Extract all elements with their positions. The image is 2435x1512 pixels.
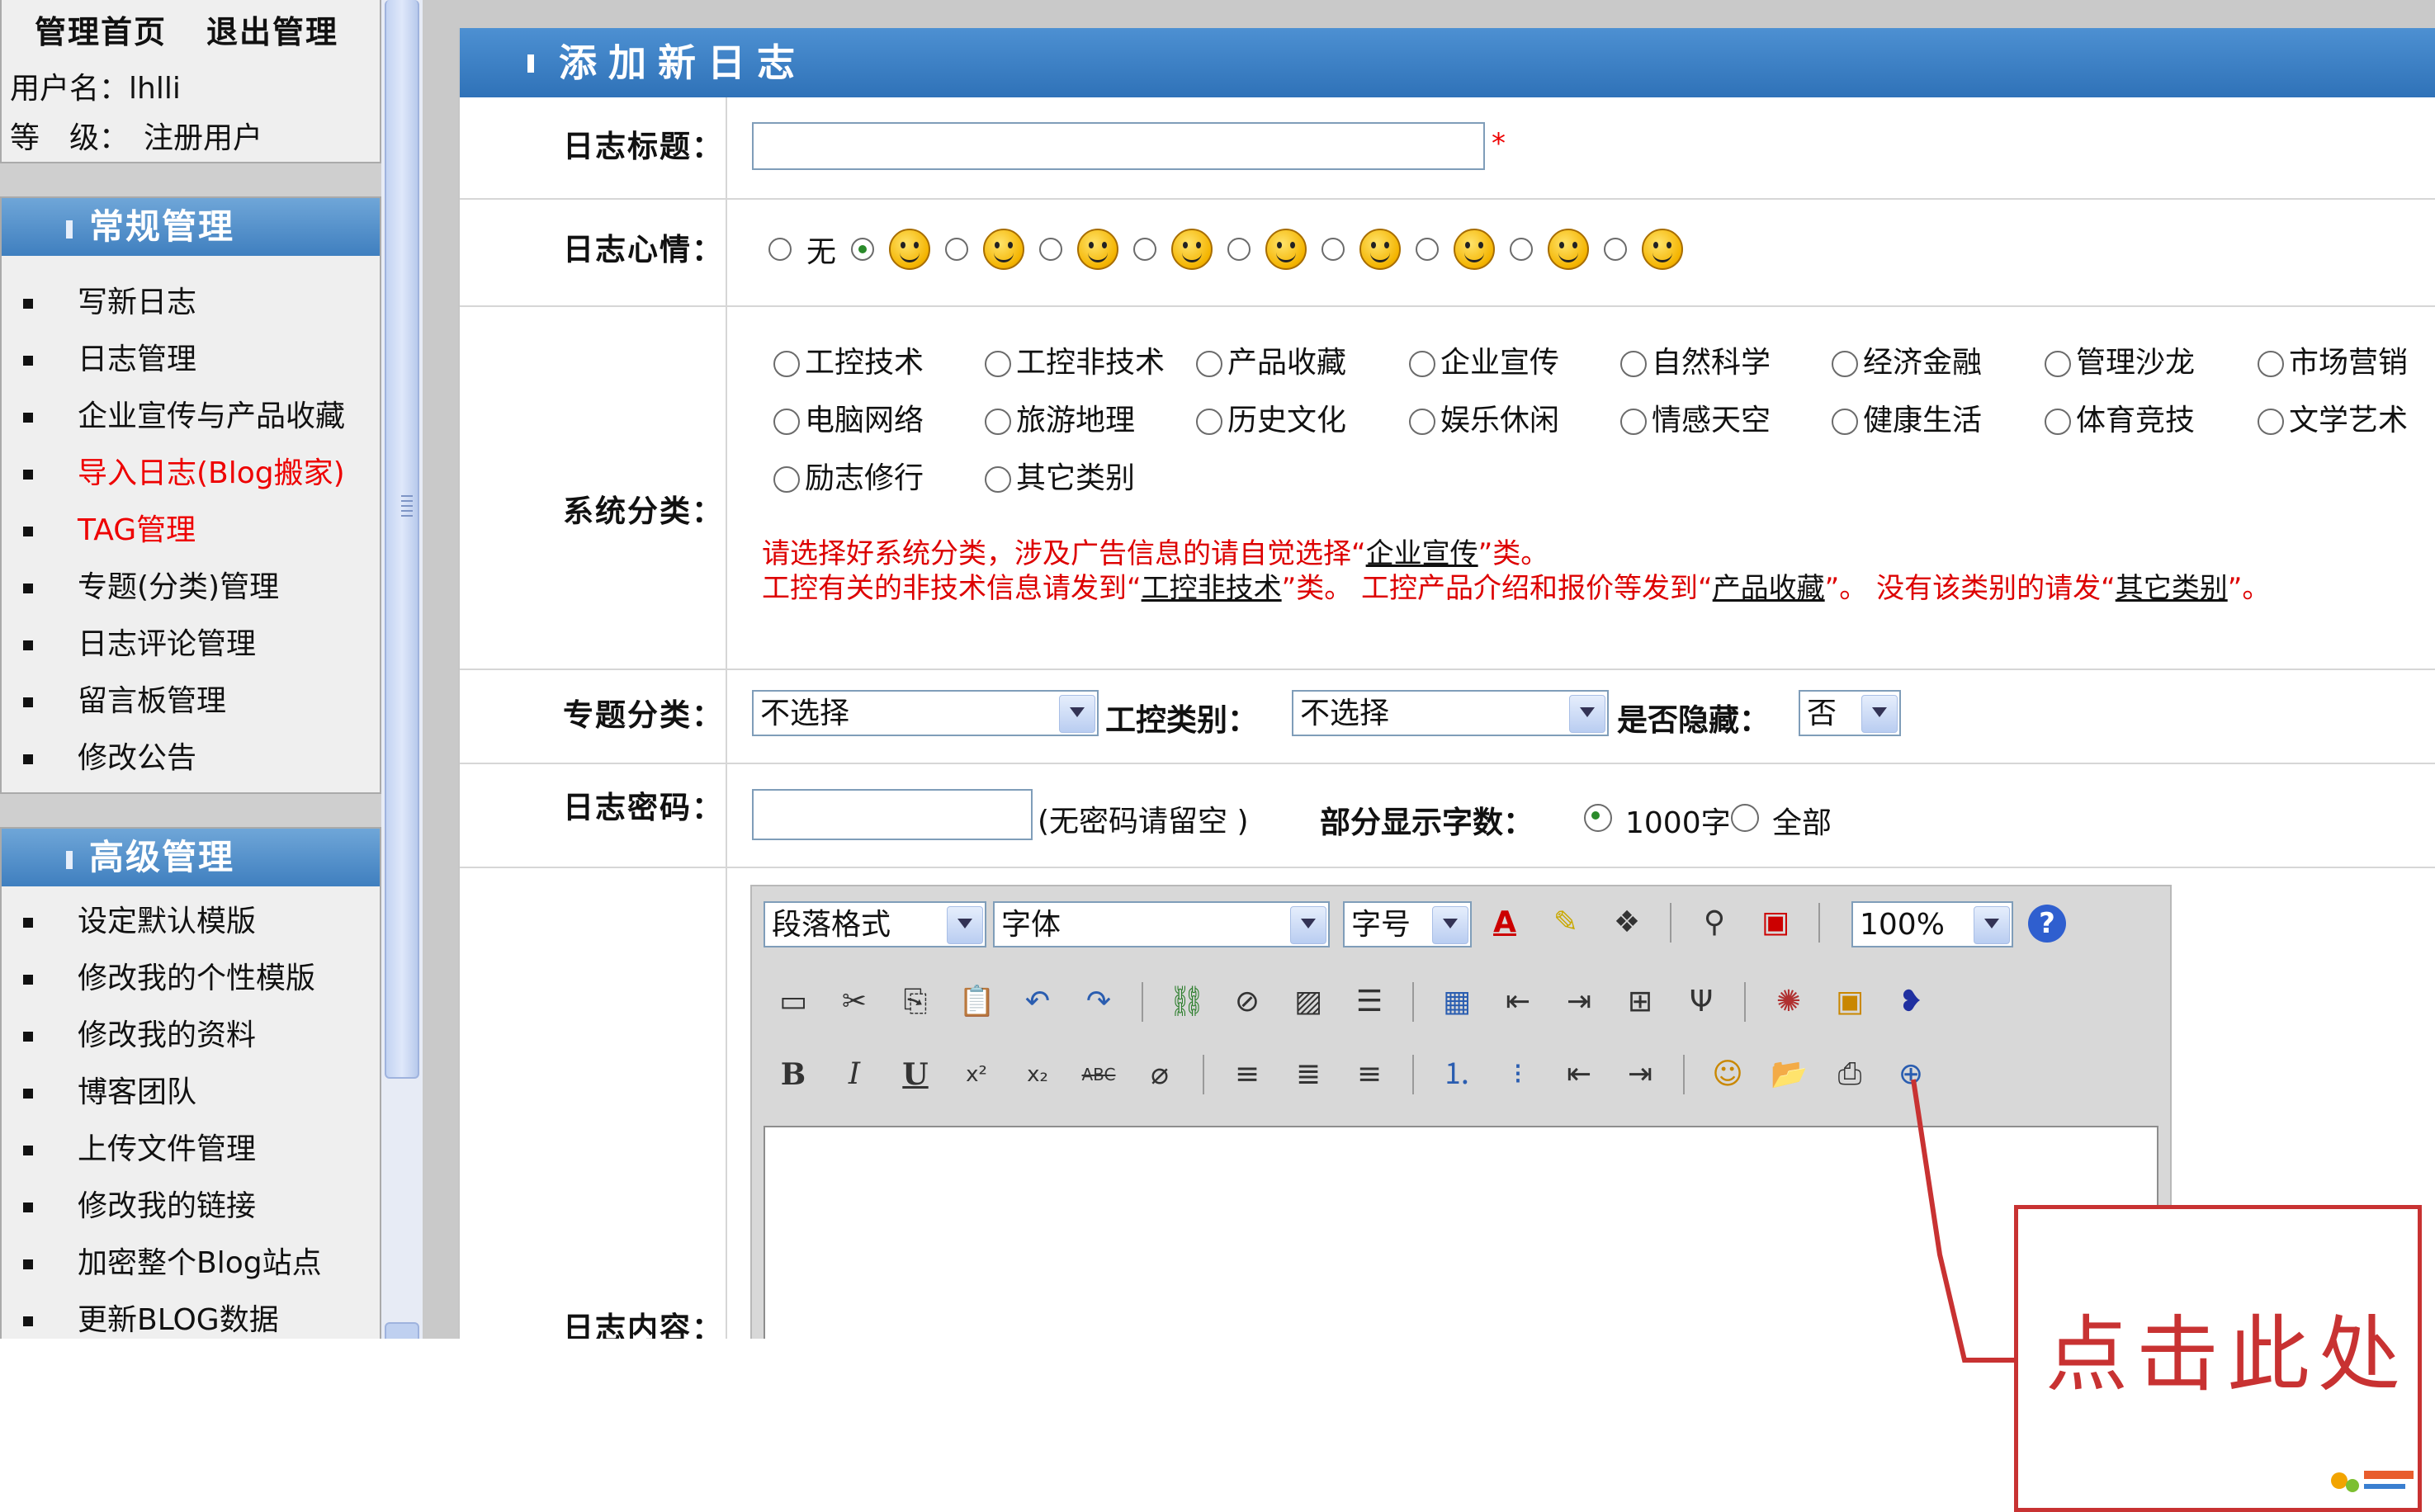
annotation-text: 点击此处 bbox=[2045, 1306, 2409, 1403]
watermark-logo-icon bbox=[2331, 1471, 2414, 1492]
